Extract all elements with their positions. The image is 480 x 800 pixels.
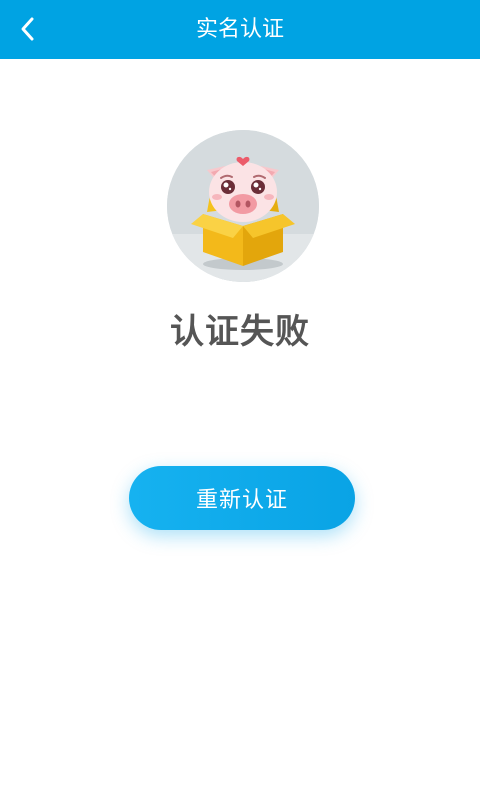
page-title: 实名认证 <box>195 17 284 42</box>
status-text: 认证失败 <box>170 312 310 352</box>
retry-verification-button[interactable]: 重新认证 <box>129 466 355 530</box>
verification-result-screen: 实名认证 认证失败 重新认证 <box>0 0 480 800</box>
nav-bar: 实名认证 <box>0 0 480 59</box>
sad-pig-in-box-illustration <box>167 130 319 282</box>
